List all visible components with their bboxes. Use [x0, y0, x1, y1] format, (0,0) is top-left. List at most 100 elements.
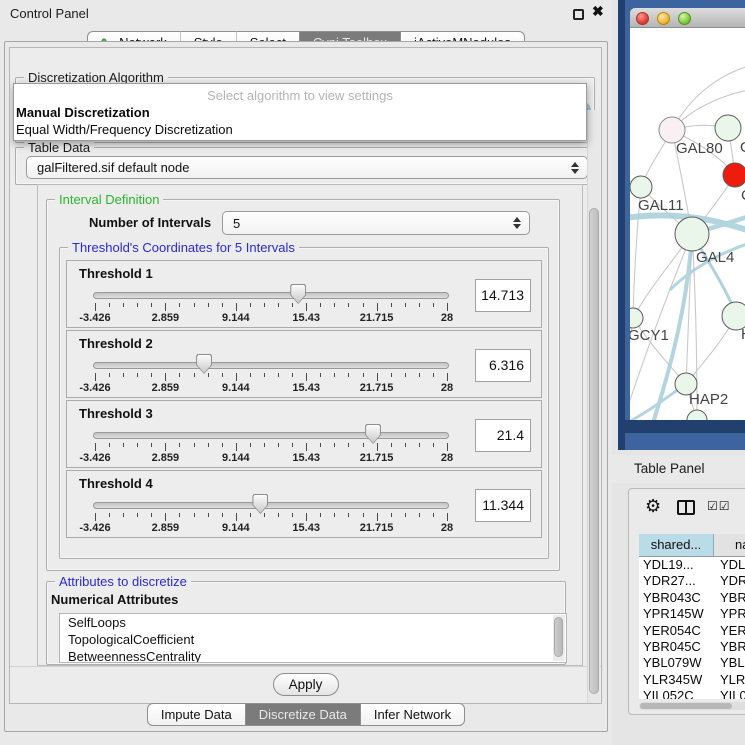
- node-label: GAL11: [638, 197, 684, 214]
- group-title: Attributes to discretize: [55, 574, 191, 589]
- table-row[interactable]: YPR145WYPR1: [639, 606, 745, 622]
- table-data-value: galFiltered.sif default node: [37, 160, 189, 175]
- list-item[interactable]: BetweennessCentrality: [60, 648, 566, 663]
- table-row[interactable]: YDR27...YDR2: [639, 573, 745, 589]
- threshold-slider-track[interactable]: [93, 362, 449, 369]
- node-label: GAL4: [696, 249, 734, 266]
- slider-tick-labels: -3.4262.8599.14415.4321.71528: [95, 522, 447, 534]
- table-data-combobox[interactable]: galFiltered.sif default node: [26, 156, 588, 179]
- node-partial: [687, 410, 707, 420]
- threshold-slider-thumb[interactable]: [365, 424, 381, 444]
- close-icon[interactable]: ✖: [592, 3, 604, 20]
- table-row[interactable]: YBL079WYBL0: [639, 655, 745, 671]
- threshold-value-field[interactable]: 21.4: [475, 419, 531, 452]
- attributes-group: Attributes to discretize Numerical Attri…: [46, 581, 566, 665]
- apply-strip: Apply: [10, 666, 601, 704]
- group-title: Table Data: [24, 140, 94, 155]
- node-gcy1: [630, 308, 643, 328]
- float-window-icon[interactable]: [573, 9, 584, 20]
- numerical-attributes-label: Numerical Attributes: [51, 592, 178, 607]
- table-row[interactable]: YBR043CYBR0: [639, 590, 745, 606]
- node-label: GCY1: [630, 327, 669, 344]
- threshold-1-box: Threshold 1 -3.4262.8599.14415.4321.7152…: [66, 260, 542, 328]
- close-traffic-light-icon[interactable]: [636, 12, 649, 25]
- algorithm-dropdown-popup: Select algorithm to view settings Manual…: [13, 83, 587, 141]
- table-panel-bar: Table Panel: [612, 455, 745, 483]
- group-title: Threshold's Coordinates for 5 Intervals: [68, 240, 299, 255]
- window-frame-edge: [618, 0, 625, 450]
- right-region: GAL80 G C GAL11 GAL4 GCY1 H HAP2 Table P…: [612, 0, 745, 745]
- table-horizontal-scrollbar[interactable]: [639, 702, 745, 710]
- tab-discretize-data[interactable]: Discretize Data: [245, 703, 360, 726]
- popup-item-equal-width-frequency[interactable]: Equal Width/Frequency Discretization: [14, 121, 586, 138]
- threshold-value-field[interactable]: 14.713: [475, 279, 531, 312]
- slider-tick-labels: -3.4262.8599.14415.4321.71528: [95, 312, 447, 324]
- apply-button[interactable]: Apply: [273, 673, 339, 696]
- panel-title: Control Panel: [10, 6, 89, 21]
- show-columns-icon[interactable]: ☑☑: [707, 499, 731, 513]
- threshold-slider-track[interactable]: [93, 292, 449, 299]
- threshold-slider-track[interactable]: [93, 502, 449, 509]
- network-window-titlebar[interactable]: [630, 8, 745, 28]
- threshold-slider-thumb[interactable]: [196, 354, 212, 374]
- threshold-value-field[interactable]: 6.316: [475, 349, 531, 382]
- tab-impute-data[interactable]: Impute Data: [147, 703, 245, 726]
- interval-definition-group: Interval Definition Number of Intervals …: [46, 199, 560, 571]
- zoom-traffic-light-icon[interactable]: [678, 12, 691, 25]
- panel-scrollbar[interactable]: [587, 110, 600, 704]
- group-title: Interval Definition: [55, 192, 163, 207]
- algorithm-placeholder: Select algorithm to view settings: [14, 84, 586, 104]
- numerical-attributes-list: SelfLoops TopologicalCoefficient Between…: [59, 613, 567, 663]
- list-item[interactable]: TopologicalCoefficient: [60, 631, 566, 648]
- combo-stepper-icon: [512, 217, 521, 229]
- column-header-name[interactable]: na: [714, 534, 745, 556]
- number-of-intervals-combobox[interactable]: 5: [222, 211, 530, 235]
- number-of-intervals-label: Number of Intervals: [89, 215, 211, 230]
- threshold-value-field[interactable]: 11.344: [475, 489, 531, 522]
- control-panel: Control Panel ✖ Network Style: [0, 0, 612, 745]
- minimize-traffic-light-icon[interactable]: [657, 12, 670, 25]
- list-scrollbar[interactable]: [553, 615, 565, 661]
- table-header: shared... na: [639, 534, 745, 557]
- node-label: HAP2: [689, 391, 728, 408]
- node-label: C: [741, 187, 745, 204]
- network-canvas[interactable]: GAL80 G C GAL11 GAL4 GCY1 H HAP2: [630, 28, 745, 420]
- discretize-settings-panel: Discretization Algorithm Select algorith…: [9, 47, 602, 704]
- algorithm-settings-subpanel: Interval Definition Number of Intervals …: [37, 184, 583, 666]
- threshold-4-box: Threshold 4 -3.4262.8599.14415.4321.7152…: [66, 470, 542, 538]
- cyni-toolbox-panel: Discretization Algorithm Select algorith…: [4, 41, 608, 732]
- slider-ticks: [95, 373, 447, 382]
- table-row[interactable]: YDL19...YDL1: [639, 557, 745, 573]
- application-window: Control Panel ✖ Network Style: [0, 0, 745, 745]
- number-of-intervals-value: 5: [233, 216, 240, 231]
- node-gal11: [630, 176, 652, 198]
- threshold-2-box: Threshold 2 -3.4262.8599.14415.4321.7152…: [66, 330, 542, 398]
- threshold-slider-thumb[interactable]: [290, 284, 306, 304]
- table-row[interactable]: YBR045CYBR0: [639, 639, 745, 655]
- threshold-slider-track[interactable]: [93, 432, 449, 439]
- thresholds-group: Threshold's Coordinates for 5 Intervals …: [59, 247, 549, 559]
- popup-item-manual-discretization[interactable]: Manual Discretization: [14, 104, 586, 121]
- node-g: [715, 115, 741, 141]
- slider-ticks: [95, 513, 447, 522]
- column-layout-icon[interactable]: [677, 500, 695, 515]
- table-row[interactable]: YER054CYER0: [639, 623, 745, 639]
- list-item[interactable]: SelfLoops: [60, 614, 566, 631]
- gear-icon[interactable]: ⚙: [645, 496, 661, 517]
- combo-stepper-icon: [570, 162, 579, 174]
- slider-ticks: [95, 443, 447, 452]
- node-attribute-table[interactable]: shared... na YDL19...YDL1 YDR27...YDR2 Y…: [639, 534, 745, 699]
- tab-infer-network[interactable]: Infer Network: [360, 703, 465, 726]
- table-panel: ⚙ ☑☑ shared... na YDL19...YDL1 YDR27...Y…: [628, 488, 745, 715]
- slider-tick-labels: -3.4262.8599.14415.4321.71528: [95, 382, 447, 394]
- threshold-slider-thumb[interactable]: [252, 494, 268, 514]
- table-row[interactable]: YIL052CYIL0: [639, 688, 745, 699]
- table-row[interactable]: YLR345WYLR3: [639, 672, 745, 688]
- window-frame-edge: [618, 420, 745, 433]
- node-label: GAL80: [676, 140, 723, 157]
- column-header-shared-name[interactable]: shared...: [639, 534, 714, 556]
- table-panel-title: Table Panel: [634, 461, 705, 476]
- node-label: G: [740, 139, 745, 156]
- threshold-3-box: Threshold 3 -3.4262.8599.14415.4321.7152…: [66, 400, 542, 468]
- bottom-tab-bar: Impute Data Discretize Data Infer Networ…: [0, 703, 612, 726]
